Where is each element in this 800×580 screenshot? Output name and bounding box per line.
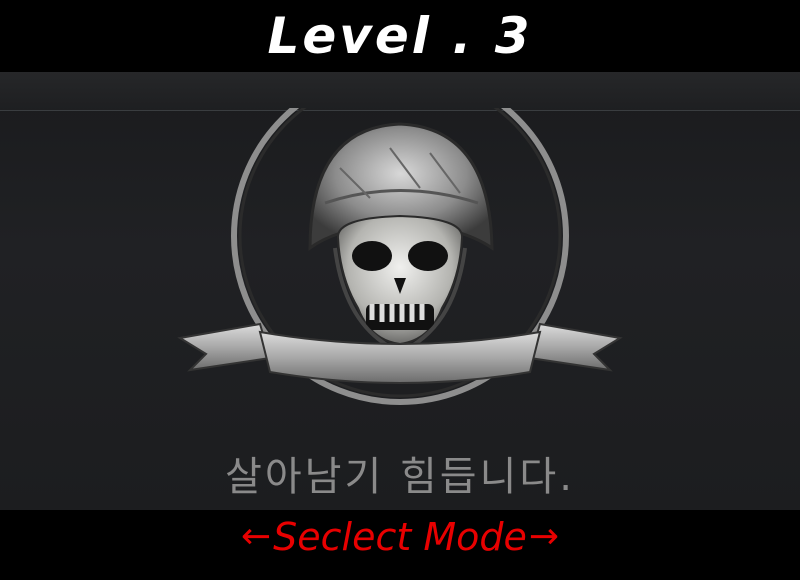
title-bar: Level . 3 <box>0 0 800 72</box>
skull-helmet-emblem-icon <box>177 108 623 405</box>
next-mode-arrow[interactable]: → <box>529 519 559 555</box>
difficulty-description: 살아남기 힘듭니다. <box>225 454 575 500</box>
level-title: Level . 3 <box>267 7 533 65</box>
mode-select-bar: ← Seclect Mode → <box>0 510 800 580</box>
difficulty-panel: 살아남기 힘듭니다. <box>0 72 800 510</box>
ribbon-right <box>528 322 623 372</box>
previous-mode-arrow[interactable]: ← <box>241 519 271 555</box>
panel-header-strip <box>0 72 800 111</box>
ribbon-left <box>177 322 272 372</box>
select-mode-label: Seclect Mode <box>273 515 527 559</box>
mode-selector: ← Seclect Mode → <box>241 518 559 556</box>
